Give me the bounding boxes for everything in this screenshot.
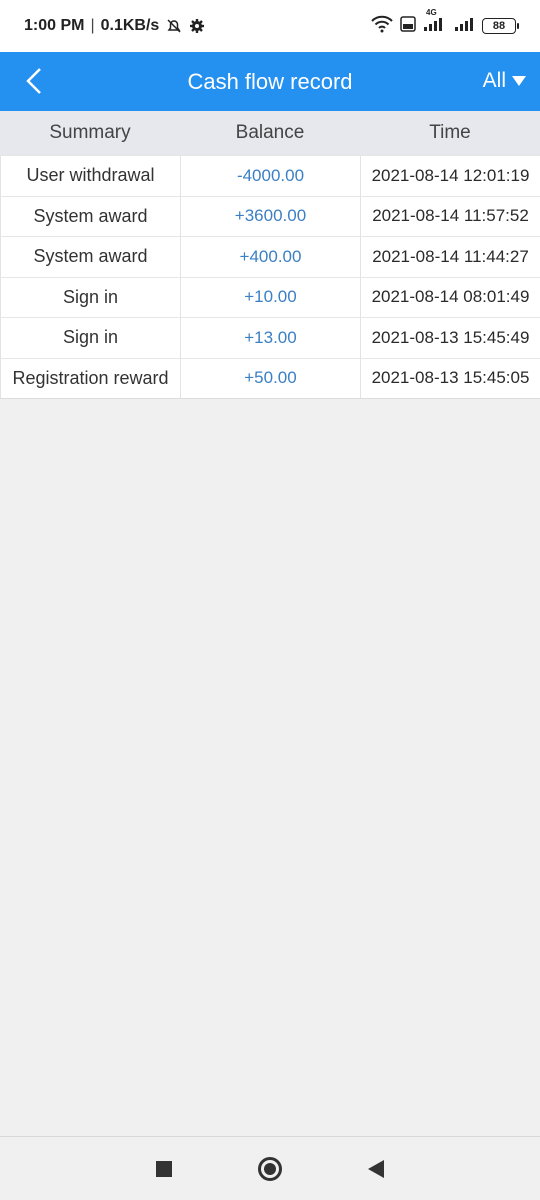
header-balance: Balance — [235, 122, 305, 143]
status-left: 1:00 PM | 0.1KB/s — [24, 17, 205, 35]
caret-down-icon — [512, 76, 526, 86]
signal-4g-icon: 4G — [422, 8, 448, 37]
summary-cell: System award — [0, 196, 180, 236]
balance-cell: +10.00 — [180, 277, 360, 317]
time-cell: 2021-08-14 11:44:27 — [360, 237, 540, 277]
summary-cell: Sign in — [0, 318, 180, 358]
summary-cell: Registration reward — [0, 358, 180, 398]
balance-cell: +50.00 — [180, 358, 360, 398]
balance-cell: -4000.00 — [180, 156, 360, 196]
status-right: 4G 88 — [370, 8, 519, 38]
time-cell: 2021-08-14 12:01:19 — [360, 156, 540, 196]
table-row: User withdrawal -4000.00 2021-08-14 12:0… — [0, 155, 540, 196]
header-summary: Summary — [49, 122, 131, 143]
back-triangle-icon[interactable] — [368, 1159, 384, 1178]
summary-cell: System award — [0, 237, 180, 277]
network-type-label: 4G — [426, 7, 437, 17]
time-cell: 2021-08-14 08:01:49 — [360, 277, 540, 317]
status-bar: 1:00 PM | 0.1KB/s 4G 88 — [0, 0, 540, 52]
status-separator: | — [90, 17, 95, 34]
home-circle-icon[interactable] — [258, 1156, 282, 1181]
table-header-row: Summary Balance Time — [0, 111, 540, 155]
time-cell: 2021-08-13 15:45:05 — [360, 358, 540, 398]
table-row: Registration reward +50.00 2021-08-13 15… — [0, 357, 540, 398]
cash-flow-table: Summary Balance Time User withdrawal -40… — [0, 111, 540, 399]
chevron-left-icon — [26, 68, 41, 94]
page-title: Cash flow record — [187, 68, 353, 94]
system-nav-bar — [0, 1136, 540, 1200]
balance-cell: +3600.00 — [180, 196, 360, 236]
muted-bell-icon — [165, 17, 183, 35]
summary-cell: User withdrawal — [0, 156, 180, 196]
balance-cell: +13.00 — [180, 318, 360, 358]
wifi-icon — [370, 15, 394, 38]
back-button[interactable] — [18, 64, 50, 98]
battery-level: 88 — [492, 20, 506, 32]
settings-gear-icon — [189, 18, 205, 34]
table-row: Sign in +10.00 2021-08-14 08:01:49 — [0, 276, 540, 317]
status-network-speed: 0.1KB/s — [100, 17, 160, 34]
app-bar: Cash flow record All — [0, 52, 540, 111]
balance-cell: +400.00 — [180, 237, 360, 277]
table-row: System award +400.00 2021-08-14 11:44:27 — [0, 236, 540, 277]
volte-icon — [400, 15, 416, 38]
time-cell: 2021-08-13 15:45:49 — [360, 318, 540, 358]
header-time: Time — [429, 122, 471, 143]
table-row: System award +3600.00 2021-08-14 11:57:5… — [0, 195, 540, 236]
signal-icon — [454, 16, 476, 37]
filter-dropdown[interactable]: All — [483, 66, 526, 96]
recents-square-icon[interactable] — [156, 1160, 172, 1177]
table-row: Sign in +13.00 2021-08-13 15:45:49 — [0, 317, 540, 358]
summary-cell: Sign in — [0, 277, 180, 317]
filter-label: All — [482, 69, 506, 92]
battery-icon: 88 — [482, 18, 519, 34]
status-time: 1:00 PM — [24, 17, 85, 34]
time-cell: 2021-08-14 11:57:52 — [360, 196, 540, 236]
